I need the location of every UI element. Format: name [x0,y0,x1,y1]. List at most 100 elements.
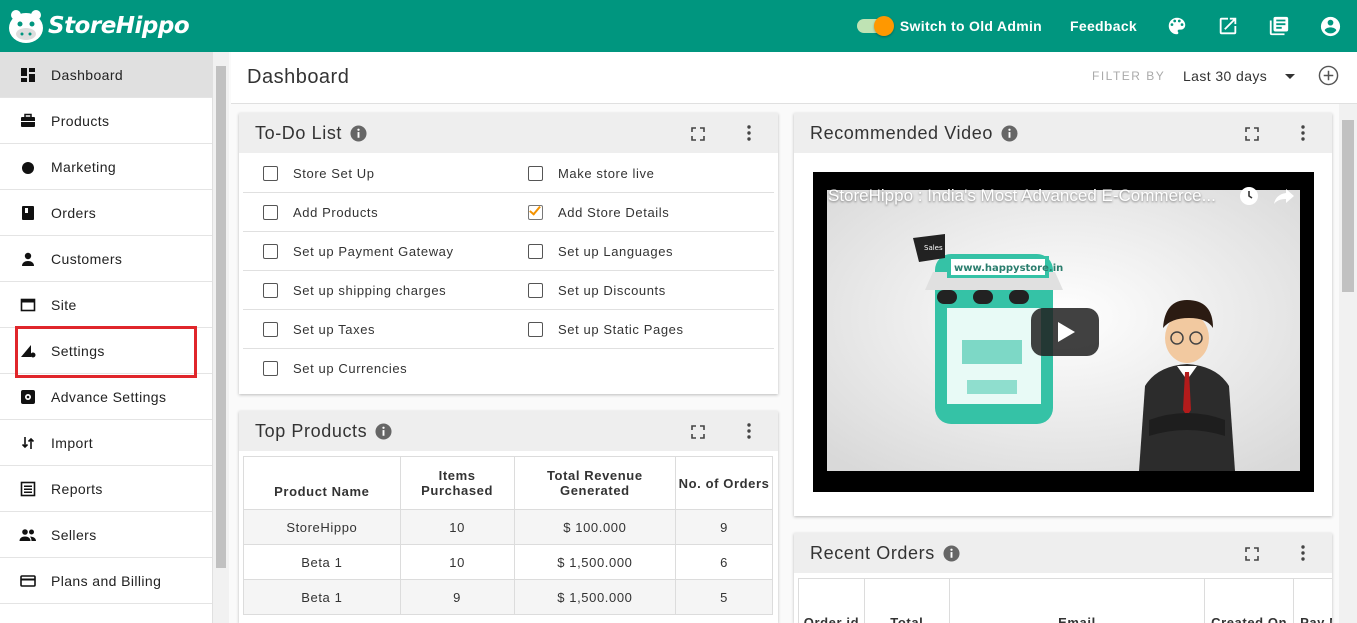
checkbox-checked[interactable] [528,203,543,220]
play-icon [1058,322,1075,342]
sidebar-scrollbar[interactable] [213,52,229,623]
video-title[interactable]: StoreHippo : India's Most Advanced E-Com… [828,186,1216,206]
checkbox[interactable] [263,166,278,181]
main-scrollbar[interactable] [1339,104,1357,623]
open-in-new-icon[interactable] [1216,14,1240,38]
todo-item[interactable]: Add Products [263,193,378,232]
account-circle-icon[interactable] [1318,14,1342,38]
sidebar-item-reports[interactable]: Reports [0,466,212,512]
checkbox[interactable] [528,166,543,181]
sidebar-item-import[interactable]: Import [0,420,212,466]
caret-down-icon[interactable] [1285,74,1295,79]
column-header[interactable]: Email [948,578,1206,623]
todo-item-label: Set up Languages [558,244,674,259]
more-vert-icon[interactable] [1301,125,1305,141]
credit-card-icon [19,572,37,590]
column-header[interactable]: Total Revenue Generated [513,456,677,510]
todo-card: To-Do List Store Set Up Make store live … [239,113,778,394]
todo-item[interactable]: Set up shipping charges [263,271,446,310]
todo-item[interactable]: Store Set Up [263,154,375,193]
todo-row: Add Products Add Store Details [243,193,774,232]
sidebar-item-sellers[interactable]: Sellers [0,512,212,558]
column-header[interactable]: Items Purchased [399,456,515,510]
table-cell: 9 [675,509,773,545]
table-row[interactable]: Beta 1 9 $ 1,500.000 5 [243,579,773,615]
library-books-icon[interactable] [1267,14,1291,38]
checkbox[interactable] [263,322,278,337]
todo-item[interactable]: Set up Static Pages [528,310,684,349]
table-row[interactable]: StoreHippo 10 $ 100.000 9 [243,509,773,545]
todo-item[interactable]: Set up Discounts [528,271,666,310]
table-cell: 5 [675,579,773,615]
sidebar-item-site[interactable]: Site [0,282,212,328]
sidebar-item-advance-settings[interactable]: Advance Settings [0,374,212,420]
todo-item[interactable]: Add Store Details [528,193,669,232]
todo-item[interactable]: Make store live [528,154,654,193]
play-button[interactable] [1031,308,1099,356]
checkbox[interactable] [528,283,543,298]
top-products-card: Top Products Product Name Items Purchase… [239,411,778,623]
checkbox[interactable] [263,244,278,259]
column-header[interactable]: Product Name [243,456,401,510]
checkbox[interactable] [263,283,278,298]
info-icon[interactable] [1001,125,1018,142]
sidebar-item-customers[interactable]: Customers [0,236,212,282]
switch-old-admin-link[interactable]: Switch to Old Admin [900,18,1042,34]
sidebar-item-plans-billing[interactable]: Plans and Billing [0,558,212,604]
todo-item[interactable]: Set up Languages [528,232,673,271]
table-cell: $ 1,500.000 [513,544,677,580]
more-vert-icon[interactable] [747,125,751,141]
checkbox[interactable] [263,361,278,376]
sidebar-item-marketing[interactable]: Marketing [0,144,212,190]
sidebar-item-products[interactable]: Products [0,98,212,144]
todo-item[interactable]: Set up Currencies [263,349,407,388]
info-icon[interactable] [350,125,367,142]
logo-text: StoreHippo [48,13,190,39]
book-icon [19,204,37,222]
feedback-link[interactable]: Feedback [1070,18,1137,34]
todo-item-label: Set up Discounts [558,283,666,298]
todo-item[interactable]: Set up Taxes [263,310,375,349]
table-row[interactable]: Beta 1 10 $ 1,500.000 6 [243,544,773,580]
main-scrollbar-thumb[interactable] [1342,120,1354,292]
sidebar-item-settings[interactable]: Settings [0,328,212,374]
column-header[interactable]: Pay Me [1293,578,1332,623]
more-vert-icon[interactable] [747,423,751,439]
watch-later-icon[interactable] [1239,186,1259,206]
checkbox[interactable] [263,205,278,220]
checkbox[interactable] [528,244,543,259]
briefcase-icon [19,112,37,130]
table-cell: $ 100.000 [513,509,677,545]
import-arrows-icon [19,434,37,452]
recent-orders-title: Recent Orders [810,543,935,563]
fullscreen-icon[interactable] [1245,127,1259,141]
switch-old-admin-toggle[interactable] [856,16,894,36]
fullscreen-icon[interactable] [1245,547,1259,561]
window-icon [19,296,37,314]
fullscreen-icon[interactable] [691,425,705,439]
filter-select[interactable]: Last 30 days [1183,68,1267,84]
todo-item-label: Add Store Details [558,205,670,220]
todo-row: Set up Currencies [243,349,774,388]
sidebar-item-dashboard[interactable]: Dashboard [0,52,212,98]
share-icon[interactable] [1273,187,1295,205]
add-circle-icon[interactable] [1318,65,1339,86]
palette-icon[interactable] [1165,14,1189,38]
video-player[interactable]: www.happystore.in Sales StoreHippo : Ind… [813,172,1314,492]
more-vert-icon[interactable] [1301,545,1305,561]
dot-icon [19,158,37,176]
fullscreen-icon[interactable] [691,127,705,141]
table-header-row: Product Name Items Purchased Total Reven… [243,456,773,510]
column-header[interactable]: Order id [798,578,865,623]
todo-item[interactable]: Set up Payment Gateway [263,232,454,271]
sidebar-item-orders[interactable]: Orders [0,190,212,236]
logo[interactable]: StoreHippo [6,0,190,52]
column-header[interactable]: Created On [1204,578,1295,623]
sidebar-scrollbar-thumb[interactable] [216,66,226,568]
info-icon[interactable] [943,545,960,562]
info-icon[interactable] [375,423,392,440]
column-header[interactable]: No. of Orders [675,456,773,510]
checkbox[interactable] [528,322,543,337]
column-header[interactable]: Total [863,578,950,623]
check-icon [529,203,541,216]
